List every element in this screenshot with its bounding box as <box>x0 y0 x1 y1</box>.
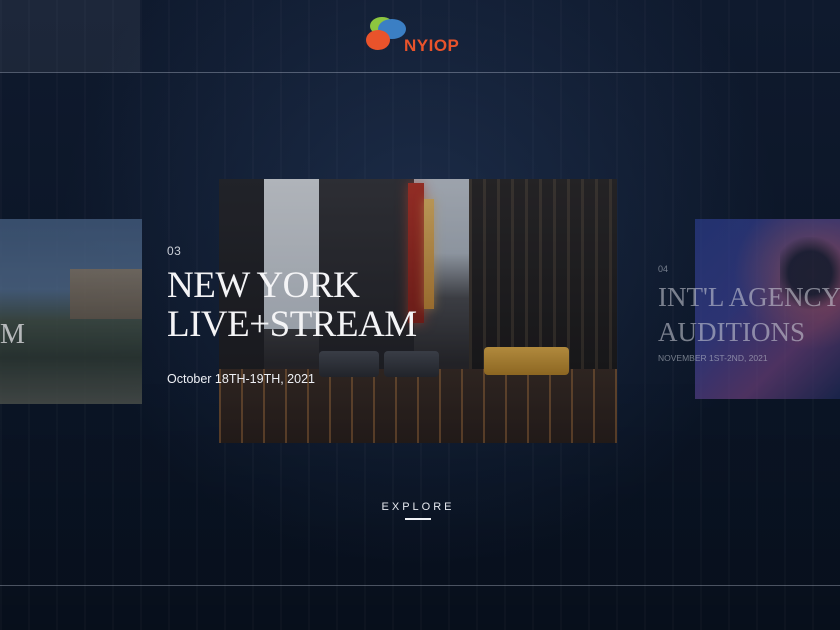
background-panel <box>0 0 140 72</box>
explore-underline <box>405 518 431 520</box>
next-slide-title-line1: INT'L AGENCY <box>658 282 840 312</box>
next-slide-title-line2: AUDITIONS <box>658 317 805 347</box>
next-slide-title: INT'L AGENCY AUDITIONS <box>658 280 840 350</box>
current-slide-title: NEW YORK LIVE+STREAM <box>167 266 497 344</box>
current-slide-number: 03 <box>167 244 182 258</box>
logo-text: NYIOP <box>404 36 460 55</box>
previous-slide-title: M <box>0 319 25 350</box>
previous-slide[interactable]: M <box>0 219 142 404</box>
footer-divider <box>0 585 840 586</box>
next-slide-date: NOVEMBER 1ST-2ND, 2021 <box>658 353 768 363</box>
next-slide-number: 04 <box>658 264 669 274</box>
current-slide-date: October 18TH-19TH, 2021 <box>167 372 315 386</box>
hero-carousel: NYIOP M 04 INT'L AGENCY AUDITIONS NOVEMB… <box>0 0 840 630</box>
explore-link[interactable]: EXPLORE <box>370 501 466 513</box>
nyiop-logo[interactable]: NYIOP <box>364 12 464 56</box>
current-slide-title-line2: LIVE+STREAM <box>167 304 417 345</box>
previous-slide-image <box>70 269 142 319</box>
current-slide-title-line1: NEW YORK <box>167 265 360 306</box>
header-divider <box>0 72 840 73</box>
